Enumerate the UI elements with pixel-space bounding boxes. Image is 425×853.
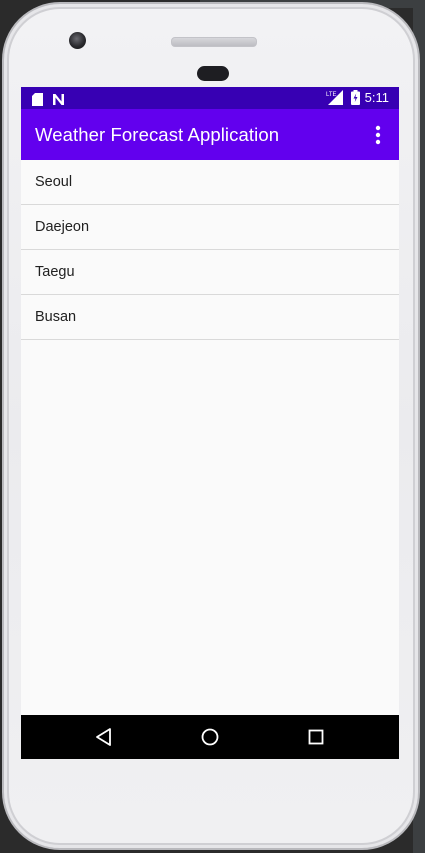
status-bar: LTE 5:11	[21, 87, 399, 109]
status-time: 5:11	[364, 90, 389, 105]
lte-signal-icon: LTE	[326, 90, 343, 109]
proximity-sensor	[197, 66, 229, 81]
speaker-grille	[171, 37, 257, 47]
n-notification-icon	[52, 91, 65, 110]
device-screen: LTE 5:11 Weather Forecast Application Se…	[21, 87, 399, 759]
sd-card-icon	[32, 91, 43, 110]
battery-icon	[351, 90, 360, 109]
back-triangle-icon[interactable]	[92, 725, 116, 749]
navigation-bar	[21, 715, 399, 759]
more-vert-icon[interactable]	[369, 123, 387, 147]
app-title: Weather Forecast Application	[35, 124, 280, 145]
list-item-label: Daejeon	[35, 219, 90, 235]
recents-square-icon[interactable]	[304, 725, 328, 749]
list-item-label: Taegu	[35, 264, 75, 280]
home-circle-icon[interactable]	[198, 725, 222, 749]
lte-label: LTE	[326, 92, 337, 98]
city-list: Seoul Daejeon Taegu Busan	[21, 160, 399, 340]
list-item-label: Seoul	[35, 174, 73, 190]
app-bar: Weather Forecast Application	[21, 109, 399, 160]
list-item-seoul[interactable]: Seoul	[21, 160, 399, 205]
list-item-busan[interactable]: Busan	[21, 295, 399, 340]
list-item-label: Busan	[35, 309, 77, 325]
list-item-taegu[interactable]: Taegu	[21, 250, 399, 295]
list-item-daejeon[interactable]: Daejeon	[21, 205, 399, 250]
front-camera-icon	[69, 32, 86, 49]
